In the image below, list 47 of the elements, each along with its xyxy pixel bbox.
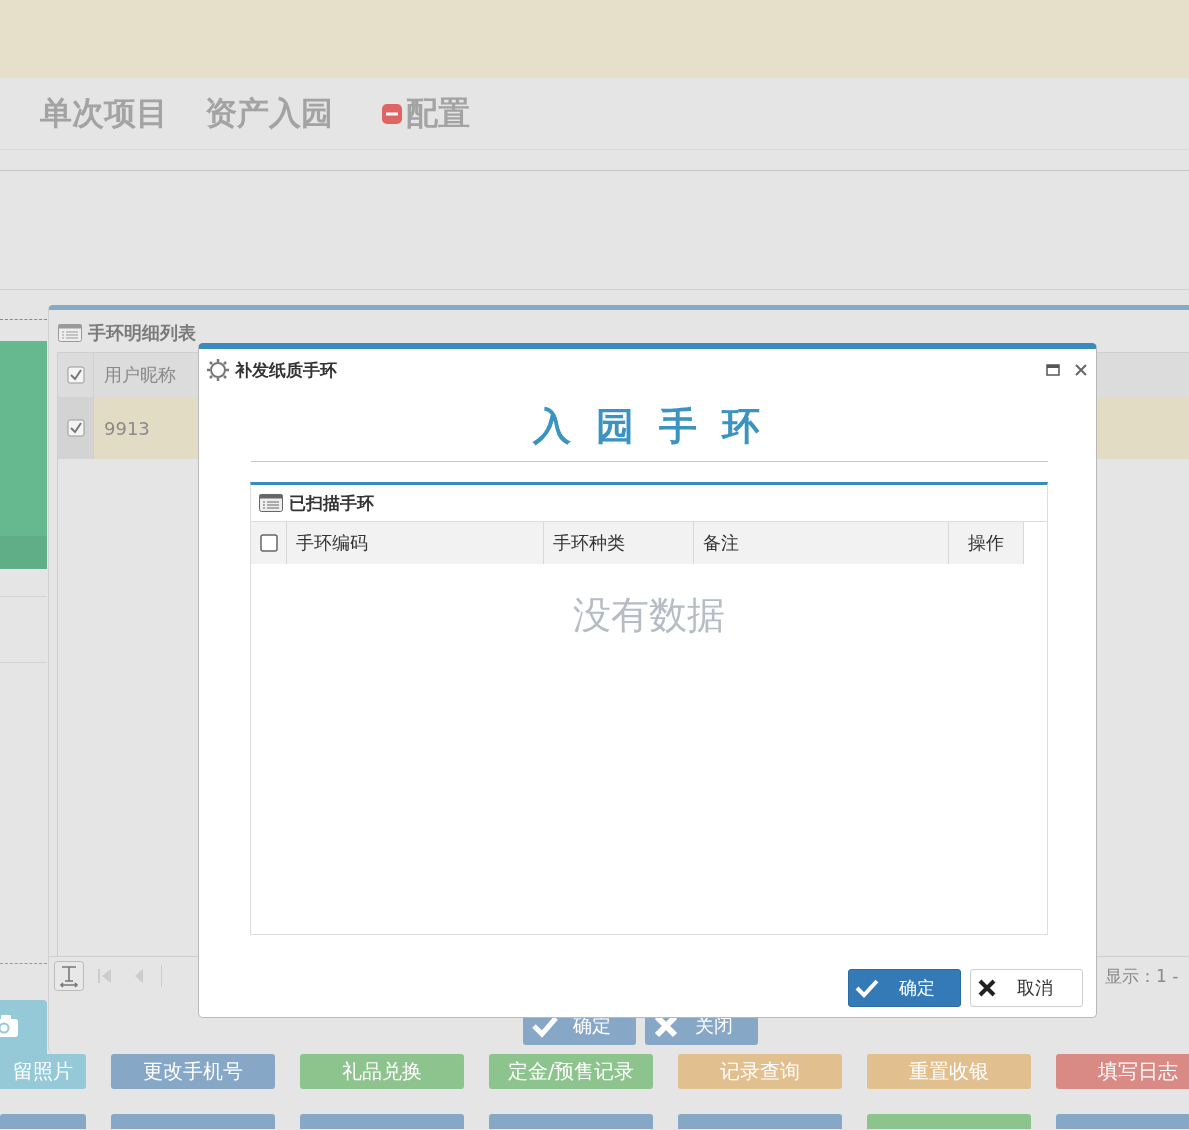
empty-message: 没有数据 bbox=[573, 593, 725, 637]
window-title: 手环明细列表 bbox=[88, 321, 196, 345]
confirm-button[interactable]: 确定 bbox=[848, 969, 961, 1007]
column-header[interactable]: 手环编码 bbox=[287, 522, 544, 564]
maximize-icon[interactable] bbox=[1046, 364, 1060, 376]
column-header[interactable]: 用户昵称 bbox=[94, 353, 199, 397]
action-button[interactable]: 留照片 bbox=[0, 1054, 86, 1089]
action-tile[interactable] bbox=[489, 1114, 653, 1129]
section-heading: 入 园 手 环 bbox=[532, 404, 767, 448]
column-header[interactable]: 操作 bbox=[949, 522, 1024, 564]
action-button[interactable]: 重置收银 bbox=[867, 1054, 1031, 1089]
action-tile[interactable] bbox=[678, 1114, 842, 1129]
nav-tab[interactable]: 单次项目 bbox=[40, 91, 168, 136]
panel-title: 已扫描手环 bbox=[289, 491, 374, 515]
action-button[interactable]: 记录查询 bbox=[678, 1054, 842, 1089]
remove-icon[interactable] bbox=[382, 103, 402, 124]
table-cell-text: 9913 bbox=[103, 416, 151, 441]
nav-tab[interactable]: 资产入园 bbox=[205, 91, 333, 136]
action-tile[interactable] bbox=[111, 1114, 275, 1129]
column-header[interactable]: 备注 bbox=[694, 522, 949, 564]
checkbox[interactable] bbox=[66, 419, 85, 437]
page-display: 显示：1 - bbox=[1105, 964, 1179, 988]
list-icon bbox=[58, 324, 82, 342]
checkbox[interactable] bbox=[66, 366, 85, 384]
action-button[interactable]: 礼品兑换 bbox=[300, 1054, 464, 1089]
gear-icon bbox=[207, 359, 229, 381]
action-button[interactable]: 填写日志 bbox=[1056, 1054, 1189, 1089]
action-button[interactable]: 定金/预售记录 bbox=[489, 1054, 653, 1089]
nav-tab[interactable]: 配置 bbox=[406, 91, 470, 136]
dialog-title: 补发纸质手环 bbox=[235, 358, 338, 382]
first-page-icon[interactable] bbox=[97, 967, 113, 985]
camera-tile[interactable] bbox=[0, 1000, 47, 1054]
text-tool-icon[interactable] bbox=[54, 961, 84, 991]
action-tile[interactable] bbox=[1056, 1114, 1189, 1129]
action-tile[interactable] bbox=[300, 1114, 464, 1129]
action-tile[interactable] bbox=[0, 1114, 86, 1129]
close-icon[interactable] bbox=[1074, 363, 1088, 377]
action-button[interactable]: 更改手机号 bbox=[111, 1054, 275, 1089]
camera-icon bbox=[0, 1014, 20, 1038]
list-icon bbox=[259, 494, 283, 512]
column-header[interactable]: 手环种类 bbox=[544, 522, 694, 564]
previous-page-icon[interactable] bbox=[133, 967, 145, 985]
check-icon bbox=[855, 978, 879, 998]
action-tile[interactable] bbox=[867, 1114, 1031, 1129]
close-icon bbox=[977, 978, 997, 998]
checkbox[interactable] bbox=[259, 534, 278, 552]
cancel-button[interactable]: 取消 bbox=[970, 969, 1083, 1007]
